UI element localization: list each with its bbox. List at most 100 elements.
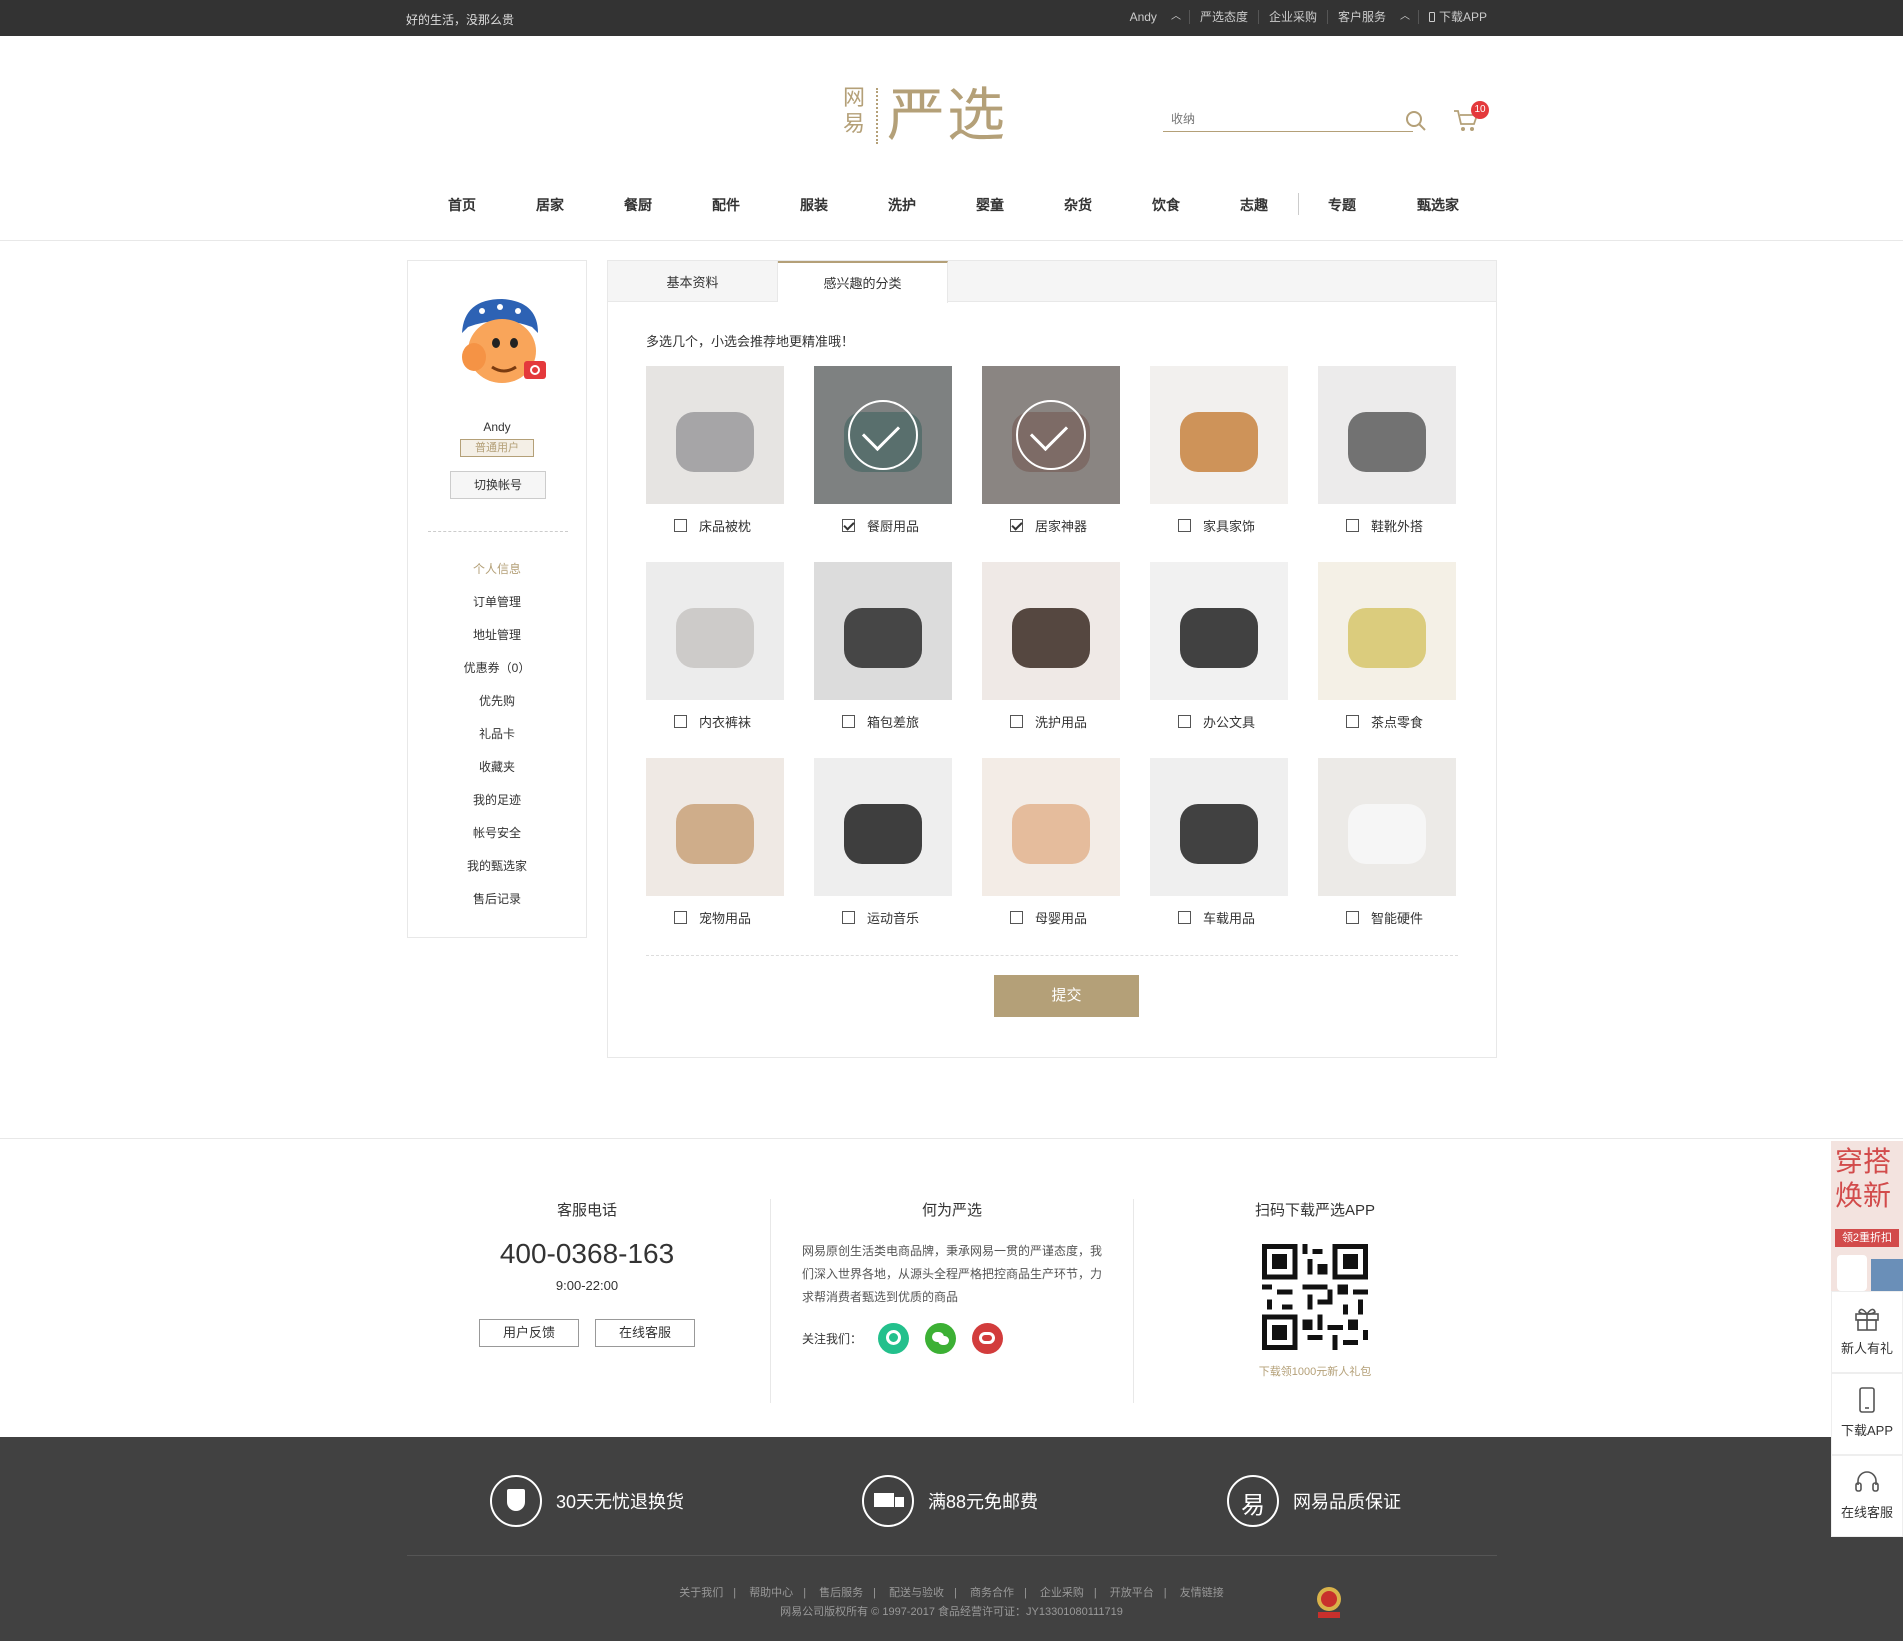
dog-photo[interactable] xyxy=(646,758,784,896)
tab-basic-info[interactable]: 基本资料 xyxy=(608,261,778,302)
device-photo[interactable] xyxy=(1318,758,1456,896)
nav-item-selectors[interactable]: 甄选家 xyxy=(1417,195,1459,215)
category-checkbox[interactable] xyxy=(674,519,687,532)
pen-photo[interactable] xyxy=(1150,562,1288,700)
bed-photo[interactable] xyxy=(646,366,784,504)
nav-item-misc[interactable]: 杂货 xyxy=(1064,195,1092,215)
category-checkbox-label[interactable]: 智能硬件 xyxy=(1346,908,1423,927)
sidebar-item-profile[interactable]: 个人信息 xyxy=(408,561,586,594)
nav-item-baby[interactable]: 婴童 xyxy=(976,195,1004,215)
footer-link-help[interactable]: 帮助中心 xyxy=(739,1587,803,1599)
category-checkbox[interactable] xyxy=(842,911,855,924)
sidebar-item-history[interactable]: 我的足迹 xyxy=(408,792,586,825)
footer-link-aftersale[interactable]: 售后服务 xyxy=(809,1587,873,1599)
sidebar-item-orders[interactable]: 订单管理 xyxy=(408,594,586,627)
search-input[interactable] xyxy=(1163,108,1373,130)
category-checkbox[interactable] xyxy=(842,519,855,532)
category-checkbox-label[interactable]: 箱包差旅 xyxy=(842,712,919,731)
nav-item-home-living[interactable]: 居家 xyxy=(536,195,564,215)
top-user-link[interactable]: Andy xyxy=(1120,10,1167,24)
top-link-enterprise[interactable]: 企业采购 xyxy=(1257,10,1327,24)
footer-link-about[interactable]: 关于我们 xyxy=(669,1587,733,1599)
nav-item-home[interactable]: 首页 xyxy=(448,195,476,215)
nav-item-kitchen[interactable]: 餐厨 xyxy=(624,195,652,215)
category-checkbox-label[interactable]: 床品被枕 xyxy=(674,516,751,535)
shoes-photo[interactable] xyxy=(1318,366,1456,504)
nav-item-interest[interactable]: 志趣 xyxy=(1240,195,1268,215)
footer-link-platform[interactable]: 开放平台 xyxy=(1100,1587,1164,1599)
category-checkbox[interactable] xyxy=(1346,911,1359,924)
footer-link-business[interactable]: 商务合作 xyxy=(960,1587,1024,1599)
sidebar-item-address[interactable]: 地址管理 xyxy=(408,627,586,660)
table-photo[interactable] xyxy=(1150,366,1288,504)
category-checkbox[interactable] xyxy=(674,911,687,924)
gov-badge-icon[interactable] xyxy=(1314,1585,1344,1619)
backpack-photo[interactable] xyxy=(814,562,952,700)
feedback-button[interactable]: 用户反馈 xyxy=(479,1319,579,1347)
tea-photo[interactable] xyxy=(1318,562,1456,700)
chevron-up-icon[interactable]: ︿ xyxy=(1396,10,1418,24)
category-checkbox[interactable] xyxy=(842,715,855,728)
category-checkbox-label[interactable]: 运动音乐 xyxy=(842,908,919,927)
woman-photo[interactable] xyxy=(646,562,784,700)
usb-photo[interactable] xyxy=(1150,758,1288,896)
logo[interactable]: 网易 严选 xyxy=(843,82,1023,150)
nav-item-clothing[interactable]: 服装 xyxy=(800,195,828,215)
top-link-attitude[interactable]: 严选态度 xyxy=(1188,10,1258,24)
sidebar-item-favorites[interactable]: 收藏夹 xyxy=(408,759,586,792)
online-service-float-button[interactable]: 在线客服 xyxy=(1831,1455,1903,1537)
pot-photo[interactable] xyxy=(814,366,952,504)
category-checkbox[interactable] xyxy=(674,715,687,728)
category-checkbox-label[interactable]: 家具家饰 xyxy=(1178,516,1255,535)
category-checkbox[interactable] xyxy=(1178,715,1191,728)
category-checkbox-label[interactable]: 居家神器 xyxy=(1010,516,1087,535)
makeup-photo[interactable] xyxy=(982,562,1120,700)
search-icon[interactable] xyxy=(1405,110,1427,132)
submit-button[interactable]: 提交 xyxy=(994,975,1139,1017)
footer-link-enterprise[interactable]: 企业采购 xyxy=(1030,1587,1094,1599)
category-checkbox[interactable] xyxy=(1346,519,1359,532)
category-checkbox-label[interactable]: 母婴用品 xyxy=(1010,908,1087,927)
category-checkbox[interactable] xyxy=(1010,715,1023,728)
online-service-button[interactable]: 在线客服 xyxy=(595,1319,695,1347)
sidebar-item-giftcard[interactable]: 礼品卡 xyxy=(408,726,586,759)
nav-item-topics[interactable]: 专题 xyxy=(1328,195,1356,215)
sidebar-item-coupons[interactable]: 优惠券（0） xyxy=(408,660,586,693)
sport-photo[interactable] xyxy=(814,758,952,896)
newcomer-gift-button[interactable]: 新人有礼 xyxy=(1831,1291,1903,1373)
camera-icon[interactable] xyxy=(524,361,546,379)
baby-photo[interactable] xyxy=(982,758,1120,896)
category-checkbox-label[interactable]: 办公文具 xyxy=(1178,712,1255,731)
category-checkbox[interactable] xyxy=(1178,519,1191,532)
nav-item-care[interactable]: 洗护 xyxy=(888,195,916,215)
tab-interests[interactable]: 感兴趣的分类 xyxy=(778,261,948,303)
qq-icon[interactable] xyxy=(878,1323,910,1354)
chevron-up-icon[interactable]: ︿ xyxy=(1167,10,1189,24)
category-checkbox-label[interactable]: 鞋靴外搭 xyxy=(1346,516,1423,535)
category-checkbox-label[interactable]: 宠物用品 xyxy=(674,908,751,927)
category-checkbox[interactable] xyxy=(1178,911,1191,924)
sidebar-item-selectors[interactable]: 我的甄选家 xyxy=(408,858,586,891)
nav-item-accessories[interactable]: 配件 xyxy=(712,195,740,215)
category-checkbox[interactable] xyxy=(1010,519,1023,532)
footer-link-friends[interactable]: 友情链接 xyxy=(1170,1587,1234,1599)
footer-link-delivery[interactable]: 配送与验收 xyxy=(879,1587,954,1599)
sidebar-item-security[interactable]: 帐号安全 xyxy=(408,825,586,858)
top-link-app[interactable]: 下载APP xyxy=(1417,10,1497,24)
top-link-service[interactable]: 客户服务 xyxy=(1326,10,1396,24)
switch-account-button[interactable]: 切换帐号 xyxy=(450,471,546,499)
sidebar-item-aftersale[interactable]: 售后记录 xyxy=(408,891,586,924)
nav-item-food[interactable]: 饮食 xyxy=(1152,195,1180,215)
cart-button[interactable]: 10 xyxy=(1453,101,1489,134)
category-checkbox-label[interactable]: 洗护用品 xyxy=(1010,712,1087,731)
category-checkbox-label[interactable]: 车载用品 xyxy=(1178,908,1255,927)
wechat-icon[interactable] xyxy=(925,1323,957,1354)
sidebar-item-priority[interactable]: 优先购 xyxy=(408,693,586,726)
cushion-photo[interactable] xyxy=(982,366,1120,504)
weibo-icon[interactable] xyxy=(972,1323,1004,1354)
category-checkbox-label[interactable]: 茶点零食 xyxy=(1346,712,1423,731)
download-app-button[interactable]: 下载APP xyxy=(1831,1373,1903,1455)
category-checkbox-label[interactable]: 内衣裤袜 xyxy=(674,712,751,731)
category-checkbox[interactable] xyxy=(1346,715,1359,728)
category-checkbox[interactable] xyxy=(1010,911,1023,924)
